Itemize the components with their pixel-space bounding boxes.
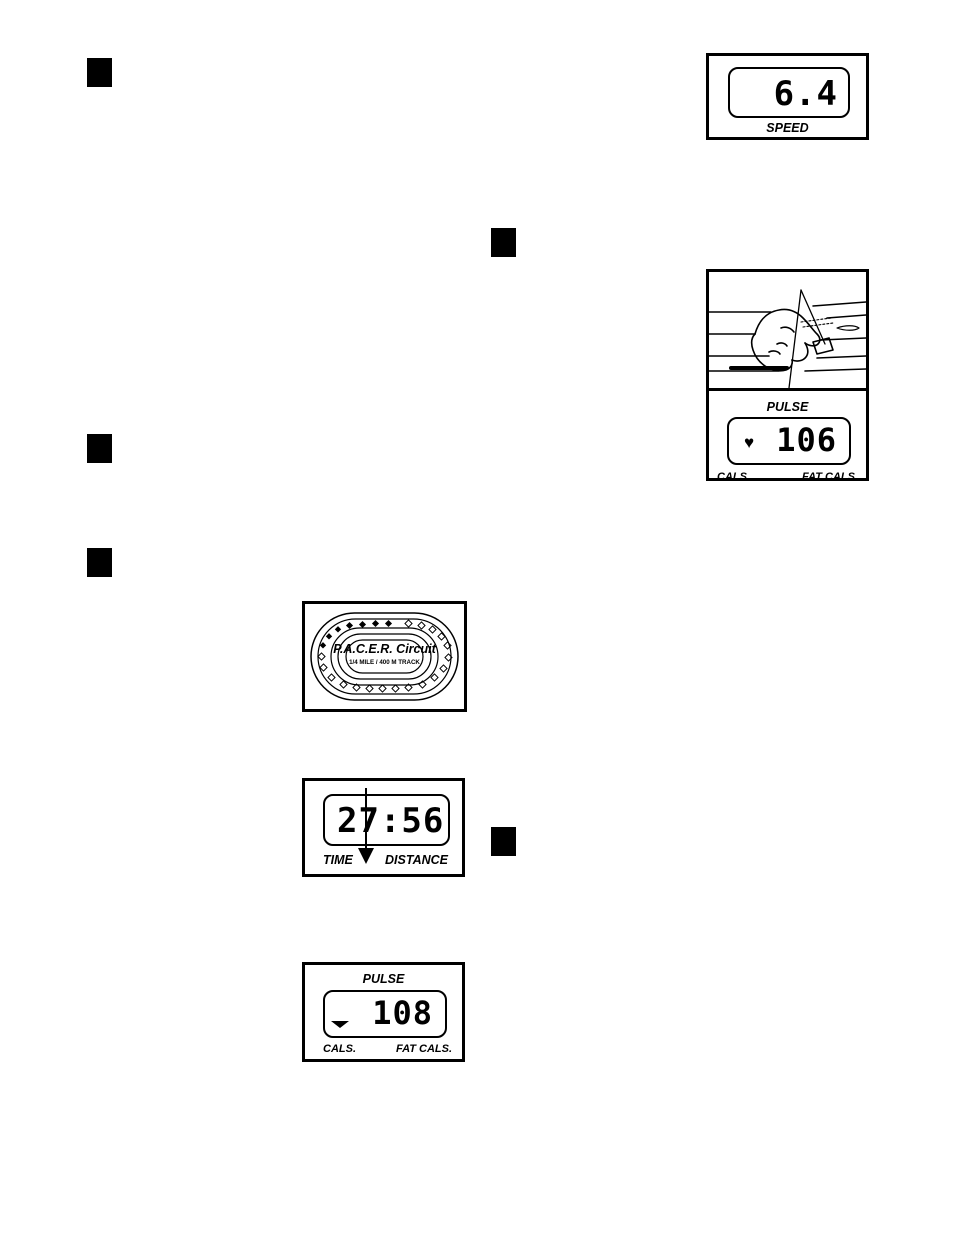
- pulse-value: 108: [372, 994, 433, 1032]
- pulse-value: 106: [776, 421, 837, 459]
- time-lcd-window: 27:56: [323, 788, 450, 864]
- manual-page: 6.4 SPEED PULSE ♥ 106 CALS. FAT CALS. P.…: [0, 0, 954, 1235]
- pacer-title: P.A.C.E.R. Circuit: [333, 642, 436, 656]
- pacer-track-drawing: P.A.C.E.R. Circuit 1/4 MILE / 400 M TRAC…: [310, 612, 459, 701]
- speed-lcd-window: 6.4: [728, 67, 850, 118]
- pulse-label: PULSE: [362, 972, 405, 986]
- cals-label: CALS.: [323, 1043, 356, 1055]
- speed-label: SPEED: [766, 121, 809, 135]
- pulse-lcd-window: 108: [323, 990, 447, 1038]
- pulse-readout-panel: PULSE ♥ 106 CALS. FAT CALS.: [709, 391, 866, 483]
- step-marker-3: [87, 434, 112, 463]
- cals-label: CALS.: [717, 471, 750, 483]
- pulse-cals-figure: PULSE 108 CALS. FAT CALS.: [302, 962, 465, 1062]
- down-arrow-icon: [358, 788, 374, 864]
- pulse-label: PULSE: [766, 400, 809, 414]
- hand-grip-drawing: [709, 289, 866, 388]
- step-marker-4: [87, 548, 112, 577]
- pulse-grip-figure: PULSE ♥ 106 CALS. FAT CALS.: [706, 269, 869, 483]
- pacer-subtitle: 1/4 MILE / 400 M TRACK: [349, 659, 420, 666]
- pulse-lcd-window: ♥ 106: [727, 417, 851, 465]
- down-triangle-icon: [331, 1021, 349, 1028]
- heart-icon: ♥: [744, 433, 755, 452]
- hand-on-pulse-sensor-illustration: [709, 272, 866, 391]
- distance-label: DISTANCE: [385, 853, 448, 867]
- speed-value: 6.4: [773, 74, 838, 114]
- time-label: TIME: [323, 853, 353, 867]
- fat-cals-label: FAT CALS.: [395, 1043, 452, 1055]
- step-marker-1: [87, 58, 112, 87]
- pacer-track-figure: P.A.C.E.R. Circuit 1/4 MILE / 400 M TRAC…: [302, 601, 467, 712]
- fat-cals-label: FAT CALS.: [801, 471, 858, 483]
- step-marker-2: [491, 228, 516, 257]
- step-marker-5: [491, 827, 516, 856]
- time-value: 27:56: [337, 801, 445, 841]
- time-distance-figure: 27:56 TIME DISTANCE: [302, 778, 465, 877]
- speed-display-figure: 6.4 SPEED: [706, 53, 869, 140]
